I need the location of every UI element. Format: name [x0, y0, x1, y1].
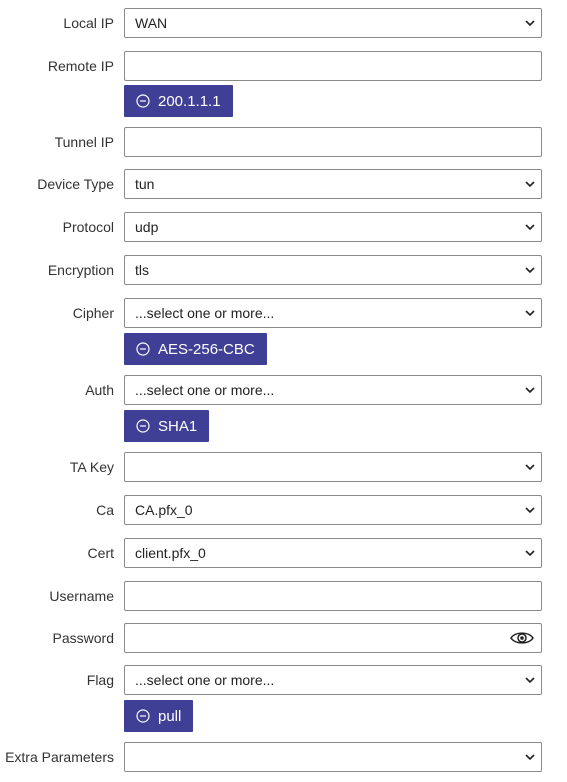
protocol-value: udp	[135, 219, 159, 235]
username-label: Username	[49, 588, 114, 604]
chevron-down-icon	[525, 464, 535, 471]
encryption-select[interactable]: tls	[124, 255, 542, 285]
ca-select[interactable]: CA.pfx_0	[124, 495, 542, 525]
auth-label: Auth	[85, 382, 114, 398]
chevron-down-icon	[525, 20, 535, 27]
password-label: Password	[52, 630, 114, 646]
auth-chip[interactable]: SHA1	[124, 410, 210, 442]
flag-chip[interactable]: pull	[124, 700, 194, 732]
minus-circle-icon[interactable]	[136, 94, 150, 108]
extra-parameters-select[interactable]	[124, 742, 542, 772]
ta-key-label: TA Key	[69, 459, 114, 475]
minus-circle-icon[interactable]	[136, 709, 150, 723]
chevron-down-icon	[525, 507, 535, 514]
cert-label: Cert	[87, 545, 114, 561]
cipher-label: Cipher	[72, 305, 114, 321]
ca-label: Ca	[96, 502, 114, 518]
ca-value: CA.pfx_0	[135, 502, 193, 518]
extra-parameters-label: Extra Parameters	[5, 749, 114, 765]
username-input[interactable]	[124, 581, 542, 611]
minus-circle-icon[interactable]	[136, 342, 150, 356]
ta-key-select[interactable]	[124, 452, 542, 482]
remote-ip-label: Remote IP	[47, 58, 114, 74]
encryption-label: Encryption	[47, 262, 114, 278]
remote-ip-chip-label: 200.1.1.1	[158, 92, 221, 110]
device-type-value: tun	[135, 176, 155, 192]
flag-select[interactable]: ...select one or more...	[124, 665, 542, 695]
protocol-label: Protocol	[62, 219, 114, 235]
local-ip-label: Local IP	[63, 15, 114, 31]
cert-select[interactable]: client.pfx_0	[124, 538, 542, 568]
auth-select[interactable]: ...select one or more...	[124, 375, 542, 405]
eye-icon[interactable]	[510, 630, 534, 646]
chevron-down-icon	[525, 677, 535, 684]
local-ip-select[interactable]: WAN	[124, 8, 542, 38]
flag-value: ...select one or more...	[135, 672, 275, 688]
flag-label: Flag	[86, 672, 114, 688]
auth-chip-label: SHA1	[158, 417, 198, 435]
chevron-down-icon	[525, 224, 535, 231]
tunnel-ip-input[interactable]	[124, 127, 542, 157]
local-ip-value: WAN	[135, 15, 168, 31]
chevron-down-icon	[525, 181, 535, 188]
chevron-down-icon	[525, 550, 535, 557]
chevron-down-icon	[525, 387, 535, 394]
cert-value: client.pfx_0	[135, 545, 206, 561]
protocol-select[interactable]: udp	[124, 212, 542, 242]
chevron-down-icon	[525, 310, 535, 317]
flag-chip-label: pull	[158, 707, 182, 725]
auth-value: ...select one or more...	[135, 382, 275, 398]
encryption-value: tls	[135, 262, 149, 278]
device-type-select[interactable]: tun	[124, 169, 542, 199]
chevron-down-icon	[525, 754, 535, 761]
cipher-chip-label: AES-256-CBC	[158, 340, 255, 358]
remote-ip-chip[interactable]: 200.1.1.1	[124, 85, 233, 117]
cipher-chip[interactable]: AES-256-CBC	[124, 333, 267, 365]
cipher-select[interactable]: ...select one or more...	[124, 298, 542, 328]
password-input[interactable]	[124, 623, 542, 653]
cipher-value: ...select one or more...	[135, 305, 275, 321]
remote-ip-input[interactable]	[124, 51, 542, 81]
chevron-down-icon	[525, 267, 535, 274]
minus-circle-icon[interactable]	[136, 419, 150, 433]
device-type-label: Device Type	[37, 176, 114, 192]
tunnel-ip-label: Tunnel IP	[54, 134, 114, 150]
